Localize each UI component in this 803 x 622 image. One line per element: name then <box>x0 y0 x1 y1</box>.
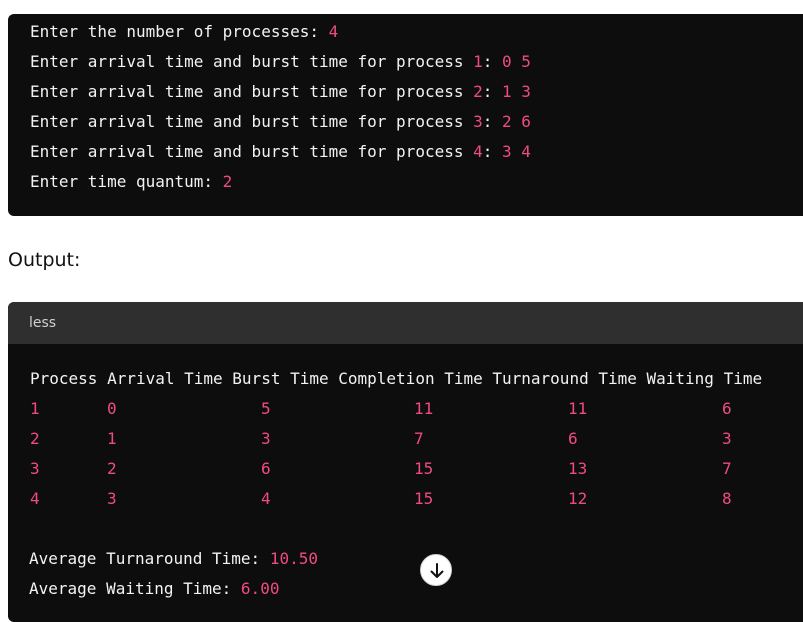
output-heading: Output: <box>8 249 81 271</box>
input-line-1: Enter the number of processes: 4 <box>30 22 339 41</box>
cell-completion: 7 <box>414 429 424 448</box>
cell-process: 4 <box>30 489 40 508</box>
cell-turnaround: 13 <box>568 459 588 478</box>
cell-waiting: 6 <box>722 399 732 418</box>
scroll-to-bottom-button[interactable] <box>420 554 452 586</box>
cell-turnaround: 11 <box>568 399 588 418</box>
cell-burst: 4 <box>261 489 271 508</box>
cell-burst: 3 <box>261 429 271 448</box>
code-language-bar: less <box>8 302 803 344</box>
average-turnaround-line: Average Turnaround Time: 10.50 <box>29 549 318 568</box>
average-waiting-line: Average Waiting Time: 6.00 <box>29 579 280 598</box>
cell-completion: 15 <box>414 459 434 478</box>
cell-arrival: 0 <box>107 399 117 418</box>
input-line-3: Enter arrival time and burst time for pr… <box>30 82 531 101</box>
cell-arrival: 1 <box>107 429 117 448</box>
cell-process: 1 <box>30 399 40 418</box>
table-header: Process Arrival Time Burst Time Completi… <box>30 369 763 388</box>
cell-process: 3 <box>30 459 40 478</box>
cell-waiting: 7 <box>722 459 732 478</box>
cell-waiting: 3 <box>722 429 732 448</box>
input-line-6: Enter time quantum: 2 <box>30 172 233 191</box>
input-line-5: Enter arrival time and burst time for pr… <box>30 142 531 161</box>
input-line-4: Enter arrival time and burst time for pr… <box>30 112 531 131</box>
cell-turnaround: 12 <box>568 489 588 508</box>
cell-completion: 11 <box>414 399 434 418</box>
cell-process: 2 <box>30 429 40 448</box>
cell-arrival: 3 <box>107 489 117 508</box>
cell-completion: 15 <box>414 489 434 508</box>
arrow-down-icon <box>430 563 444 578</box>
cell-turnaround: 6 <box>568 429 578 448</box>
output-code-block: less Process Arrival Time Burst Time Com… <box>8 302 803 622</box>
cell-burst: 6 <box>261 459 271 478</box>
cell-arrival: 2 <box>107 459 117 478</box>
input-code-block: Enter the number of processes: 4 Enter a… <box>8 14 803 216</box>
cell-waiting: 8 <box>722 489 732 508</box>
input-line-2: Enter arrival time and burst time for pr… <box>30 52 531 71</box>
code-language-label: less <box>29 315 57 331</box>
cell-burst: 5 <box>261 399 271 418</box>
